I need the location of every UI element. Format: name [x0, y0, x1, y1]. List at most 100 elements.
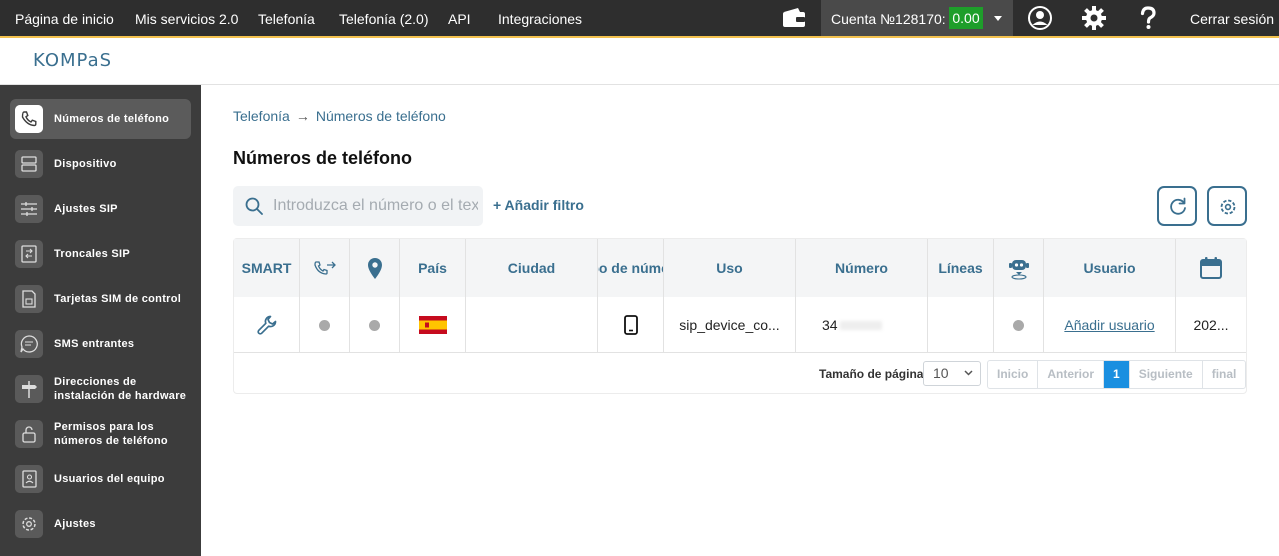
column-header-user[interactable]: Usuario	[1044, 239, 1176, 297]
cell-use: sip_device_co...	[664, 297, 796, 353]
wallet-icon[interactable]	[781, 6, 807, 30]
trunk-icon	[15, 240, 43, 268]
status-dot	[319, 319, 330, 331]
nav-telephony-2[interactable]: Telefonía (2.0)	[339, 0, 429, 36]
column-header-use[interactable]: Uso	[664, 239, 796, 297]
refresh-icon	[1170, 197, 1186, 215]
column-header-date[interactable]	[1176, 239, 1246, 297]
breadcrumb-parent[interactable]: Telefonía	[233, 108, 290, 124]
table-row[interactable]: sip_device_co... 34 Añadir usuario 202..…	[234, 297, 1246, 353]
top-navigation-bar: Página de inicio Mis servicios 2.0 Telef…	[0, 0, 1279, 36]
status-dot	[369, 319, 380, 331]
nav-my-services[interactable]: Mis servicios 2.0	[135, 0, 238, 36]
cell-lines	[928, 297, 994, 353]
pagination-buttons: Inicio Anterior 1 Siguiente final	[987, 360, 1247, 389]
message-icon	[15, 330, 43, 358]
calendar-icon	[1200, 257, 1222, 279]
nav-telephony[interactable]: Telefonía	[258, 0, 315, 36]
search-input[interactable]	[273, 186, 478, 226]
sidebar-item-settings[interactable]: Ajustes	[10, 504, 191, 544]
column-header-forwarding[interactable]	[300, 239, 350, 297]
status-dot	[1013, 319, 1024, 331]
account-selector[interactable]: Cuenta №128170: 0.00	[821, 0, 1013, 36]
contacts-icon	[15, 465, 43, 493]
sidebar-item-label: Ajustes SIP	[54, 203, 118, 215]
sidebar: Números de teléfono Dispositivo Ajustes …	[0, 85, 201, 556]
column-header-location[interactable]	[350, 239, 400, 297]
spain-flag-icon	[418, 316, 447, 334]
refresh-button[interactable]	[1157, 186, 1197, 226]
mobile-phone-icon	[623, 315, 638, 335]
sidebar-item-label: Permisos para los números de teléfono	[54, 421, 168, 447]
sidebar-item-sip-trunks[interactable]: Troncales SIP	[10, 234, 191, 274]
cell-forwarding	[300, 297, 350, 353]
cell-user: Añadir usuario	[1044, 297, 1176, 353]
add-user-link[interactable]: Añadir usuario	[1064, 317, 1154, 333]
column-header-city[interactable]: Ciudad	[466, 239, 598, 297]
sim-card-icon	[15, 285, 43, 313]
cell-date: 202...	[1193, 317, 1229, 333]
column-header-number[interactable]: Número	[796, 239, 928, 297]
wrench-icon[interactable]	[256, 314, 278, 336]
sidebar-item-team-users[interactable]: Usuarios del equipo	[10, 459, 191, 499]
cell-country	[400, 297, 466, 353]
add-filter-button[interactable]: + Añadir filtro	[493, 197, 584, 213]
chevron-down-icon	[964, 370, 973, 376]
balance-badge: 0.00	[949, 7, 983, 29]
cell-city	[466, 297, 598, 353]
help-icon[interactable]	[1135, 5, 1161, 31]
page-first-button[interactable]: Inicio	[988, 361, 1039, 388]
sidebar-item-label: Troncales SIP	[54, 248, 131, 260]
cell-smart[interactable]	[234, 297, 300, 353]
column-header-smart[interactable]: SMART	[234, 239, 300, 297]
settings-icon	[15, 510, 43, 538]
sidebar-item-label: Números de teléfono	[54, 113, 170, 125]
column-header-lines[interactable]: Líneas	[928, 239, 994, 297]
table-settings-button[interactable]	[1207, 186, 1247, 226]
user-icon[interactable]	[1027, 5, 1053, 31]
gear-icon	[1220, 199, 1236, 215]
sidebar-item-label: Tarjetas SIM de control	[54, 293, 182, 305]
page-size-select[interactable]: 10	[923, 361, 981, 386]
page-previous-button[interactable]: Anterior	[1038, 361, 1105, 388]
column-header-country[interactable]: País	[400, 239, 466, 297]
sidebar-item-label: Ajustes	[54, 518, 96, 530]
redacted-number	[839, 320, 882, 330]
page-1-button[interactable]: 1	[1104, 361, 1130, 388]
location-icon	[367, 258, 382, 279]
column-header-bot[interactable]	[994, 239, 1044, 297]
search-icon	[245, 197, 263, 215]
phone-icon	[15, 105, 43, 133]
sidebar-item-label: Dispositivo	[54, 158, 117, 170]
sidebar-item-hardware-addresses[interactable]: Direcciones de instalación de hardware	[10, 369, 191, 409]
chevron-down-icon[interactable]	[994, 16, 1002, 21]
column-header-number-type[interactable]: Tipo de número	[598, 239, 664, 297]
gear-icon[interactable]	[1081, 5, 1107, 31]
table-header: SMART País Ciudad Tipo de número Uso Núm…	[234, 239, 1246, 297]
cell-bot	[994, 297, 1044, 353]
pagination: Tamaño de página 10 Inicio Anterior 1 Si…	[234, 354, 1247, 394]
logo-bar: KOMPaS	[0, 36, 1279, 85]
nav-api[interactable]: API	[448, 0, 471, 36]
sidebar-item-sip-settings[interactable]: Ajustes SIP	[10, 189, 191, 229]
page-last-button[interactable]: final	[1203, 361, 1246, 388]
sidebar-item-device[interactable]: Dispositivo	[10, 144, 191, 184]
sidebar-item-sim-cards[interactable]: Tarjetas SIM de control	[10, 279, 191, 319]
search-box	[233, 186, 483, 226]
nav-home[interactable]: Página de inicio	[15, 0, 114, 36]
server-icon	[15, 150, 43, 178]
sidebar-item-label: Usuarios del equipo	[54, 473, 165, 485]
logout-link[interactable]: Cerrar sesión	[1190, 0, 1274, 38]
sidebar-item-phone-numbers[interactable]: Números de teléfono	[10, 99, 191, 139]
sidebar-item-label: SMS entrantes	[54, 338, 135, 350]
call-forward-icon	[313, 261, 336, 275]
phone-number: 34	[822, 317, 838, 333]
page-next-button[interactable]: Siguiente	[1130, 361, 1203, 388]
account-label: Cuenta №128170:	[831, 11, 946, 27]
nav-integrations[interactable]: Integraciones	[498, 0, 582, 36]
logo[interactable]: KOMPaS	[33, 50, 112, 71]
sidebar-item-phone-permissions[interactable]: Permisos para los números de teléfono	[10, 414, 191, 454]
page-size-label: Tamaño de página	[819, 367, 924, 381]
numbers-table: SMART País Ciudad Tipo de número Uso Núm…	[233, 238, 1247, 394]
sidebar-item-incoming-sms[interactable]: SMS entrantes	[10, 324, 191, 364]
